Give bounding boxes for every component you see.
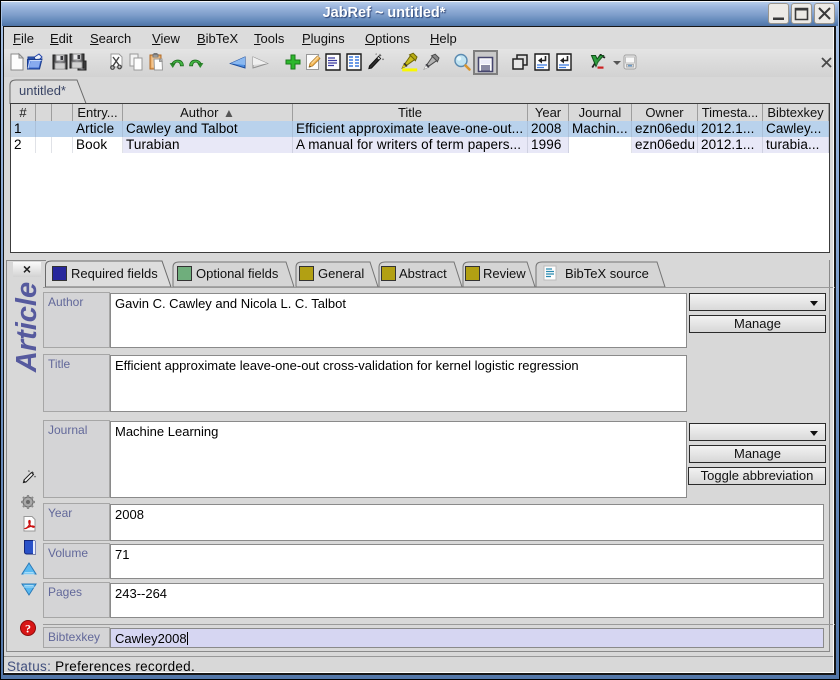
svg-text:?: ?	[25, 621, 31, 635]
